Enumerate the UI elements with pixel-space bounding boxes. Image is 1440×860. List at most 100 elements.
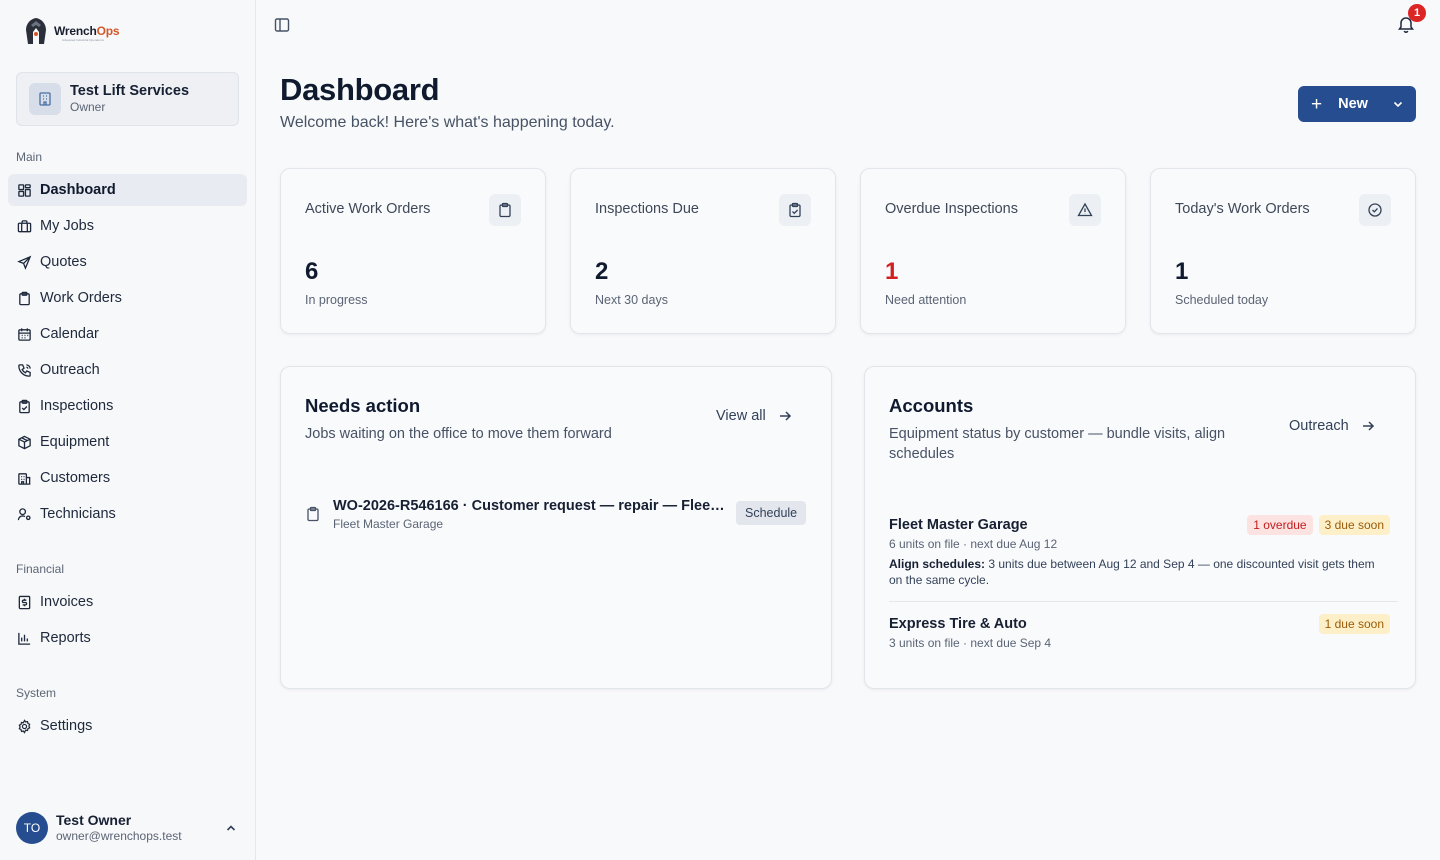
sidebar-item-label: Technicians [40, 506, 116, 522]
schedule-button[interactable]: Schedule [736, 501, 807, 525]
due-soon-badge: 1 due soon [1318, 614, 1390, 634]
org-switcher[interactable]: Test Lift Services Owner [16, 72, 239, 126]
account-meta: 6 units on file · next due Aug 12 [889, 537, 1058, 551]
logo-mark-icon [26, 18, 46, 44]
user-email: owner@wrenchops.test [56, 829, 182, 843]
phone-icon [18, 363, 31, 377]
account-item-express-tire-auto[interactable]: Express Tire & Auto 3 units on file · ne… [889, 614, 1398, 651]
new-button[interactable]: + New [1298, 86, 1416, 122]
panel-title: Needs action [305, 395, 421, 416]
calendar-icon [18, 327, 31, 341]
plus-icon: + [1311, 93, 1323, 115]
sidebar-item-label: Calendar [40, 326, 99, 342]
account-note-label: Align schedules: [889, 557, 986, 571]
view-all-label: View all [716, 408, 766, 424]
chevron-down-icon [1393, 101, 1403, 108]
avatar: TO [16, 812, 48, 844]
org-role: Owner [70, 100, 106, 114]
account-item-fleet-master-garage[interactable]: Fleet Master Garage 6 units on file · ne… [889, 515, 1398, 588]
job-title: WO-2026-R546166 · Customer request — rep… [333, 498, 728, 514]
chevron-up-icon [226, 825, 236, 831]
panel-description: Jobs waiting on the office to move them … [305, 426, 612, 442]
alert-triangle-icon [1069, 194, 1101, 226]
stat-label: Inspections Due [595, 201, 699, 217]
outreach-link-label: Outreach [1289, 418, 1349, 434]
needs-action-panel: Needs action Jobs waiting on the office … [280, 366, 832, 689]
sidebar-item-equipment[interactable]: Equipment [8, 426, 247, 458]
stat-card-active-work-orders[interactable]: Active Work Orders 6 In progress [280, 168, 546, 334]
sidebar-toggle-icon[interactable] [273, 16, 291, 34]
receipt-dollar-icon [18, 595, 31, 609]
stat-label: Today's Work Orders [1175, 201, 1310, 217]
stat-card-overdue-inspections[interactable]: Overdue Inspections 1 Need attention [860, 168, 1126, 334]
bar-chart-icon [18, 632, 31, 645]
layout-grid-icon [18, 183, 31, 197]
sidebar-item-reports[interactable]: Reports [8, 622, 247, 654]
org-name: Test Lift Services [70, 83, 190, 99]
stat-card-inspections-due[interactable]: Inspections Due 2 Next 30 days [570, 168, 836, 334]
stat-label: Active Work Orders [305, 201, 431, 217]
notification-badge: 1 [1408, 4, 1426, 22]
page-title: Dashboard [280, 72, 440, 107]
sidebar-item-calendar[interactable]: Calendar [8, 318, 247, 350]
sidebar-item-label: Dashboard [40, 182, 116, 198]
sidebar-item-label: Quotes [40, 254, 87, 270]
logo[interactable]: WrenchOps Advanced Industrial Operations [22, 16, 120, 46]
stat-card-todays-work-orders[interactable]: Today's Work Orders 1 Scheduled today [1150, 168, 1416, 334]
stat-sub: Next 30 days [595, 293, 668, 307]
sidebar-item-customers[interactable]: Customers [8, 462, 247, 494]
sidebar-item-label: My Jobs [40, 218, 94, 234]
outreach-link[interactable]: Outreach [1289, 418, 1375, 434]
stat-sub: Need attention [885, 293, 967, 307]
clipboard-icon [19, 291, 30, 305]
sidebar-item-invoices[interactable]: Invoices [8, 586, 247, 618]
new-button-label: New [1338, 96, 1368, 112]
divider [889, 601, 1398, 602]
arrow-right-icon [1362, 421, 1374, 431]
sidebar-item-my-jobs[interactable]: My Jobs [8, 210, 247, 242]
sidebar: WrenchOps Advanced Industrial Operations… [0, 0, 256, 860]
sidebar-item-outreach[interactable]: Outreach [8, 354, 247, 386]
stat-label: Overdue Inspections [885, 201, 1018, 217]
sidebar-item-label: Outreach [40, 362, 100, 378]
section-label-system: System [16, 686, 57, 700]
account-meta: 3 units on file · next due Sep 4 [889, 636, 1052, 650]
stat-value: 6 [305, 258, 319, 285]
due-soon-badge: 3 due soon [1318, 515, 1390, 535]
logo-tagline: Advanced Industrial Operations [62, 38, 104, 42]
send-icon [17, 255, 32, 270]
building-icon [18, 472, 31, 485]
account-badges: 1 due soon [1318, 614, 1390, 634]
gear-icon [18, 718, 31, 734]
clipboard-icon [489, 194, 521, 226]
panel-title: Accounts [889, 395, 974, 416]
user-cog-icon [17, 507, 31, 520]
view-all-link[interactable]: View all [716, 408, 792, 424]
accounts-panel: Accounts Equipment status by customer — … [864, 366, 1416, 689]
check-circle-icon [1359, 194, 1391, 226]
sidebar-item-work-orders[interactable]: Work Orders [8, 282, 247, 314]
section-label-main: Main [16, 150, 43, 164]
sidebar-item-label: Customers [40, 470, 111, 486]
logo-text: WrenchOps [54, 24, 120, 38]
sidebar-item-settings[interactable]: Settings [8, 710, 247, 742]
user-menu[interactable]: TO Test Owner owner@wrenchops.test [16, 811, 246, 845]
section-label-financial: Financial [16, 562, 65, 576]
sidebar-item-label: Settings [40, 718, 93, 734]
sidebar-item-label: Reports [40, 630, 91, 646]
clipboard-icon [307, 506, 319, 522]
sidebar-item-label: Work Orders [40, 290, 122, 306]
sidebar-item-quotes[interactable]: Quotes [8, 246, 247, 278]
page-subtitle: Welcome back! Here's what's happening to… [280, 114, 615, 131]
sidebar-item-dashboard[interactable]: Dashboard [8, 174, 247, 206]
overdue-badge: 1 overdue [1247, 515, 1313, 535]
account-badges: 1 overdue 3 due soon [1247, 515, 1390, 535]
job-row[interactable]: WO-2026-R546166 · Customer request — rep… [305, 498, 807, 531]
stat-value: 2 [595, 258, 609, 285]
account-note: Align schedules: 3 units due between Aug… [889, 556, 1379, 588]
clipboard-check-icon [19, 399, 30, 413]
stat-value: 1 [885, 258, 899, 285]
sidebar-item-inspections[interactable]: Inspections [8, 390, 247, 422]
sidebar-item-technicians[interactable]: Technicians [8, 498, 247, 530]
stat-sub: Scheduled today [1175, 293, 1269, 307]
